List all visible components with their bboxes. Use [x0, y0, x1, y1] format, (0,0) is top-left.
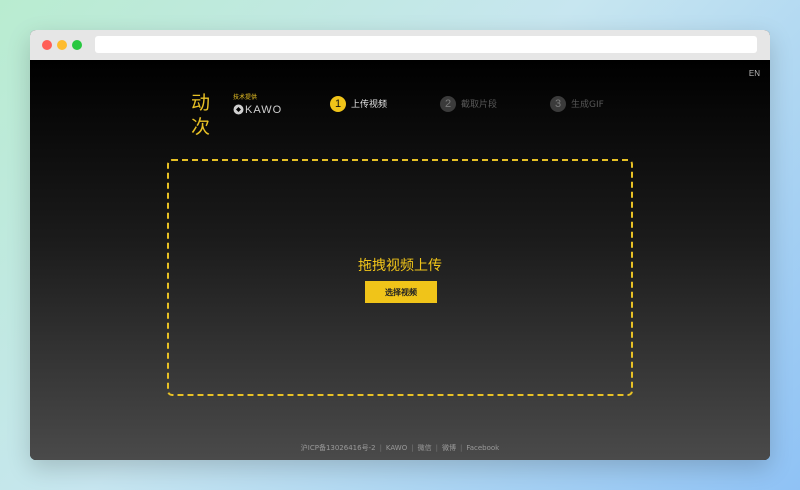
footer-separator: | — [459, 444, 463, 452]
logo-english-text: KAWO — [245, 103, 283, 116]
close-window-button[interactable] — [42, 40, 52, 50]
browser-window: EN 动次 技术提供 KAWO 1 上传视频 2 截取片段 3 生成GIF 拖拽视频上… — [30, 30, 770, 460]
footer-separator: | — [411, 444, 414, 452]
step-label: 上传视频 — [351, 100, 388, 111]
maximize-window-button[interactable] — [72, 40, 82, 50]
language-switch[interactable]: EN — [749, 69, 760, 78]
step-generate-gif: 3 生成GIF — [550, 95, 604, 112]
step-number: 2 — [440, 95, 456, 112]
step-upload-video: 1 上传视频 — [330, 95, 388, 112]
page-content: EN 动次 技术提供 KAWO 1 上传视频 2 截取片段 3 生成GIF 拖拽视频上… — [30, 60, 770, 460]
address-bar[interactable] — [95, 36, 757, 53]
footer-separator: | — [435, 444, 438, 452]
video-dropzone[interactable]: 拖拽视频上传 选择视频 — [167, 159, 633, 396]
step-label: 生成GIF — [571, 100, 604, 111]
footer-link-weibo[interactable]: 微博 — [442, 444, 456, 452]
footer-separator: | — [379, 444, 382, 452]
footer-link-wechat[interactable]: 微信 — [418, 444, 432, 452]
footer-link-facebook[interactable]: Facebook — [466, 444, 499, 452]
footer: 沪ICP备13026416号-2 | KAWO | 微信 | 微博 | Facebook — [30, 443, 770, 453]
browser-titlebar — [30, 30, 770, 61]
select-video-button[interactable]: 选择视频 — [365, 281, 437, 303]
logo-chinese-text: 动次 — [191, 92, 212, 138]
minimize-window-button[interactable] — [57, 40, 67, 50]
step-cut-clip: 2 截取片段 — [440, 95, 498, 112]
step-label: 截取片段 — [461, 100, 498, 111]
kawo-logo-icon — [233, 104, 244, 115]
step-number: 3 — [550, 95, 566, 112]
logo-tagline: 技术提供 — [233, 94, 258, 101]
dropzone-title: 拖拽视频上传 — [358, 258, 442, 274]
logo-brand: KAWO — [233, 101, 282, 119]
footer-icp: 沪ICP备13026416号-2 — [300, 444, 376, 452]
step-number: 1 — [330, 95, 346, 112]
footer-link-kawo[interactable]: KAWO — [386, 444, 407, 452]
